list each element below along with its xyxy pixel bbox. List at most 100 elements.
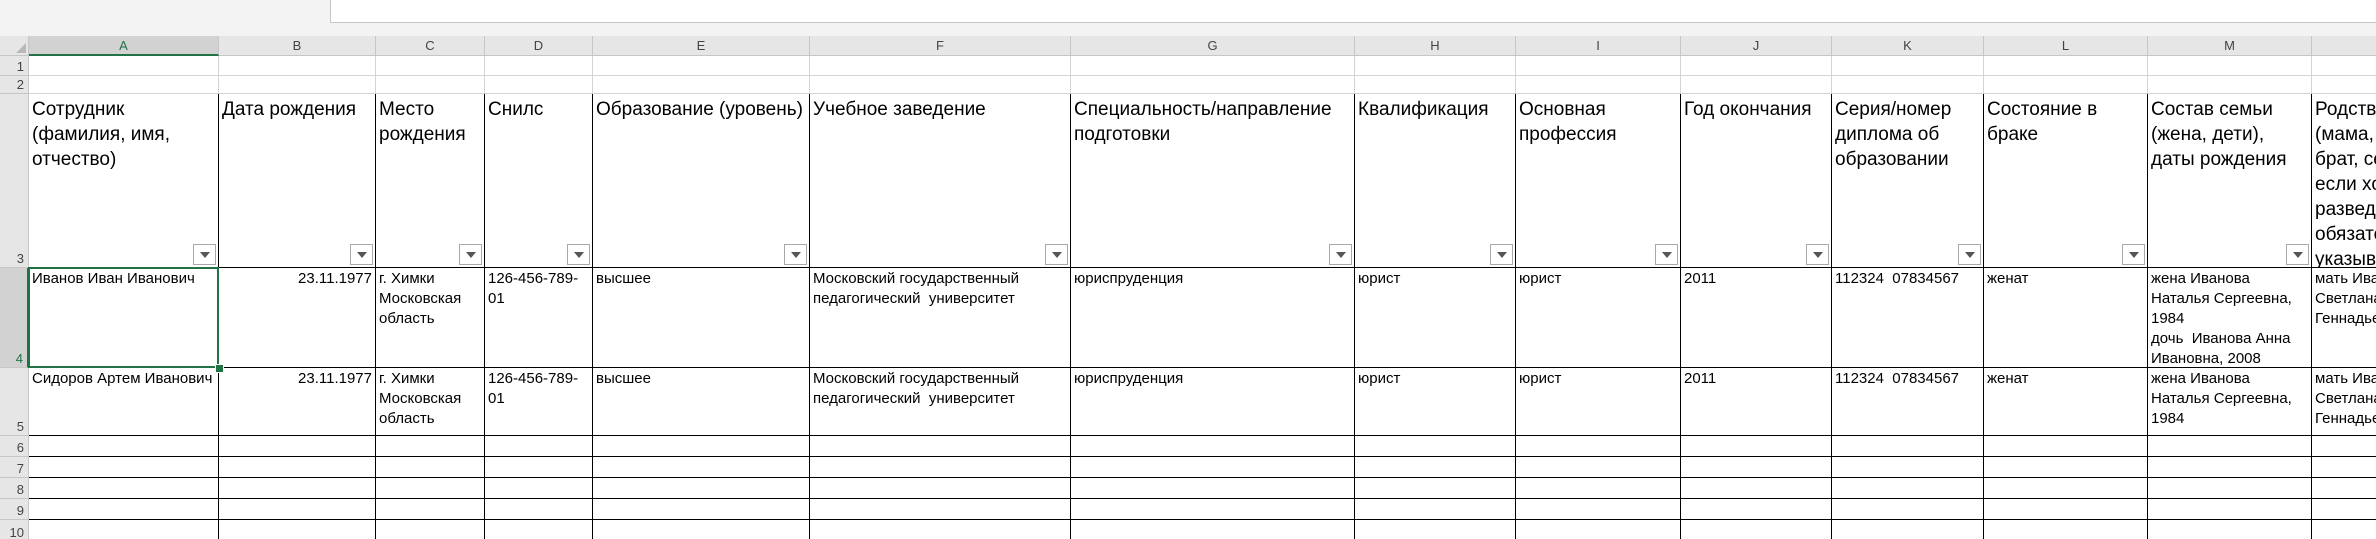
column-title-cell[interactable]: Основная профессия <box>1516 94 1681 268</box>
row-header-3[interactable]: 3 <box>0 94 29 268</box>
column-title-cell[interactable]: Год окончания <box>1681 94 1832 268</box>
filter-dropdown-icon[interactable] <box>1329 244 1352 265</box>
cell-F5[interactable]: Московский государственный педагогически… <box>810 368 1071 436</box>
cell-I1[interactable] <box>1516 56 1681 76</box>
cell-C4[interactable]: г. Химки Московская область <box>376 268 485 368</box>
cell-I4[interactable]: юрист <box>1516 268 1681 368</box>
filter-dropdown-icon[interactable] <box>1655 244 1678 265</box>
cell-H6[interactable] <box>1355 436 1516 457</box>
fill-handle[interactable] <box>215 364 224 373</box>
row-header-1[interactable]: 1 <box>0 56 29 76</box>
cell-B4[interactable]: 23.11.1977 <box>219 268 376 368</box>
cell-M4[interactable]: жена Иванова Наталья Сергеевна, 1984 доч… <box>2148 268 2312 368</box>
column-title-cell[interactable]: Образование (уровень) <box>593 94 810 268</box>
filter-dropdown-icon[interactable] <box>193 244 216 265</box>
cell-J9[interactable] <box>1681 499 1832 520</box>
cell-H9[interactable] <box>1355 499 1516 520</box>
cell-M9[interactable] <box>2148 499 2312 520</box>
cell-n8[interactable] <box>2312 478 2376 499</box>
cell-L5[interactable]: женат <box>1984 368 2148 436</box>
cell-H7[interactable] <box>1355 457 1516 478</box>
cell-A4[interactable]: Иванов Иван Иванович <box>29 268 219 368</box>
cell-n7[interactable] <box>2312 457 2376 478</box>
cell-A2[interactable] <box>29 76 219 94</box>
cell-G9[interactable] <box>1071 499 1355 520</box>
cell-B6[interactable] <box>219 436 376 457</box>
column-title-cell[interactable]: Дата рождения <box>219 94 376 268</box>
filter-dropdown-icon[interactable] <box>459 244 482 265</box>
cell-G10[interactable] <box>1071 520 1355 539</box>
cell-J8[interactable] <box>1681 478 1832 499</box>
cell-G7[interactable] <box>1071 457 1355 478</box>
cell-B10[interactable] <box>219 520 376 539</box>
cell-L9[interactable] <box>1984 499 2148 520</box>
filter-dropdown-icon[interactable] <box>1490 244 1513 265</box>
cell-M7[interactable] <box>2148 457 2312 478</box>
cell-K5[interactable]: 112324 07834567 <box>1832 368 1984 436</box>
cell-D10[interactable] <box>485 520 593 539</box>
cell-E6[interactable] <box>593 436 810 457</box>
cell-E5[interactable]: высшее <box>593 368 810 436</box>
cell-I8[interactable] <box>1516 478 1681 499</box>
cell-A8[interactable] <box>29 478 219 499</box>
cell-G6[interactable] <box>1071 436 1355 457</box>
cell-L10[interactable] <box>1984 520 2148 539</box>
column-header-A[interactable]: A <box>29 36 219 56</box>
cell-J1[interactable] <box>1681 56 1832 76</box>
cell-H5[interactable]: юрист <box>1355 368 1516 436</box>
formula-input[interactable] <box>330 0 2376 23</box>
cell-B1[interactable] <box>219 56 376 76</box>
cell-I2[interactable] <box>1516 76 1681 94</box>
row-header-8[interactable]: 8 <box>0 478 29 499</box>
cell-n6[interactable] <box>2312 436 2376 457</box>
cell-K10[interactable] <box>1832 520 1984 539</box>
cell-F10[interactable] <box>810 520 1071 539</box>
cell-M8[interactable] <box>2148 478 2312 499</box>
cell-n2[interactable] <box>2312 76 2376 94</box>
cell-L4[interactable]: женат <box>1984 268 2148 368</box>
cell-E1[interactable] <box>593 56 810 76</box>
cell-H4[interactable]: юрист <box>1355 268 1516 368</box>
row-header-7[interactable]: 7 <box>0 457 29 478</box>
filter-dropdown-icon[interactable] <box>1806 244 1829 265</box>
cell-H2[interactable] <box>1355 76 1516 94</box>
column-title-cell[interactable]: Состав семьи (жена, дети), даты рождения <box>2148 94 2312 268</box>
column-title-cell[interactable]: Место рождения <box>376 94 485 268</box>
cell-H8[interactable] <box>1355 478 1516 499</box>
cell-G8[interactable] <box>1071 478 1355 499</box>
column-title-cell[interactable]: Учебное заведение <box>810 94 1071 268</box>
cell-A7[interactable] <box>29 457 219 478</box>
cell-K9[interactable] <box>1832 499 1984 520</box>
cell-E9[interactable] <box>593 499 810 520</box>
cell-K4[interactable]: 112324 07834567 <box>1832 268 1984 368</box>
cell-F4[interactable]: Московский государственный педагогически… <box>810 268 1071 368</box>
column-title-cell[interactable]: Родственники (мама, папа, брат, сестра, … <box>2312 94 2376 268</box>
column-header-M[interactable]: M <box>2148 36 2312 56</box>
cell-n4[interactable]: мать Иванова Светлана Геннадьевна <box>2312 268 2376 368</box>
cell-C10[interactable] <box>376 520 485 539</box>
cell-A9[interactable] <box>29 499 219 520</box>
column-header-L[interactable]: L <box>1984 36 2148 56</box>
cell-G4[interactable]: юриспруденция <box>1071 268 1355 368</box>
cell-K6[interactable] <box>1832 436 1984 457</box>
cell-F6[interactable] <box>810 436 1071 457</box>
cell-E7[interactable] <box>593 457 810 478</box>
row-header-5[interactable]: 5 <box>0 368 29 436</box>
cell-D7[interactable] <box>485 457 593 478</box>
cell-L7[interactable] <box>1984 457 2148 478</box>
select-all-button[interactable] <box>0 36 29 56</box>
cell-B5[interactable]: 23.11.1977 <box>219 368 376 436</box>
cell-K8[interactable] <box>1832 478 1984 499</box>
cell-D4[interactable]: 126-456-789-01 <box>485 268 593 368</box>
cell-F7[interactable] <box>810 457 1071 478</box>
cell-J6[interactable] <box>1681 436 1832 457</box>
cell-I10[interactable] <box>1516 520 1681 539</box>
cell-F2[interactable] <box>810 76 1071 94</box>
row-header-4[interactable]: 4 <box>0 268 29 368</box>
cell-A1[interactable] <box>29 56 219 76</box>
column-title-cell[interactable]: Состояние в браке <box>1984 94 2148 268</box>
cell-J7[interactable] <box>1681 457 1832 478</box>
column-header-G[interactable]: G <box>1071 36 1355 56</box>
cell-K2[interactable] <box>1832 76 1984 94</box>
cell-M2[interactable] <box>2148 76 2312 94</box>
